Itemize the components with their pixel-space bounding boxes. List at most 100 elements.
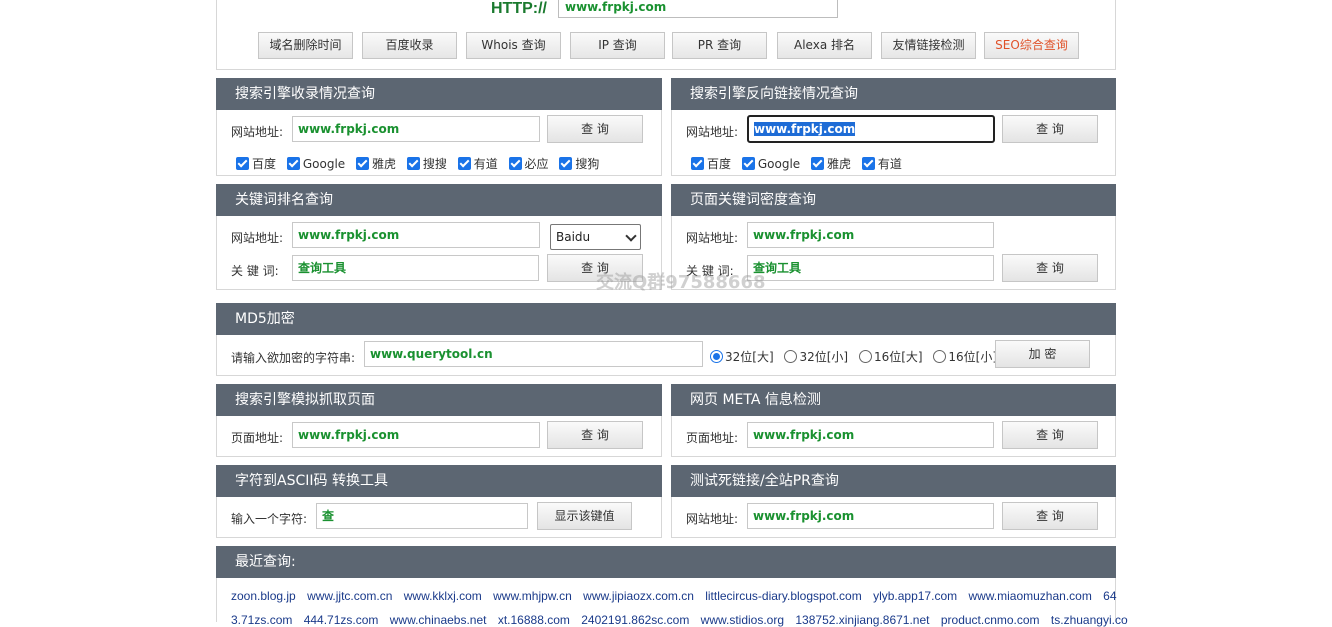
- engine-select[interactable]: Baidu: [550, 224, 641, 250]
- query-button[interactable]: 查 询: [1002, 421, 1098, 449]
- radio-16-lower[interactable]: 16位[小]: [933, 350, 997, 364]
- ascii-panel: 字符到ASCII码 转换工具 输入一个字符: 查 显示该键值: [216, 465, 662, 538]
- ip-query-button[interactable]: IP 查询: [570, 32, 665, 59]
- checkbox-baidu[interactable]: 百度: [691, 157, 731, 171]
- recent-link[interactable]: www.jjtc.com.cn: [307, 589, 392, 603]
- site-input[interactable]: www.frpkj.com: [292, 116, 540, 142]
- recent-link[interactable]: www.stidios.org: [701, 613, 784, 627]
- site-label: 网站地址:: [231, 125, 284, 139]
- keyword-input[interactable]: 查询工具: [747, 255, 994, 281]
- url-input[interactable]: www.frpkj.com: [558, 0, 838, 18]
- site-label: 网站地址:: [686, 231, 739, 245]
- recent-links-row: 3.71zs.com 444.71zs.com www.chinaebs.net…: [231, 613, 1136, 627]
- query-button[interactable]: 查 询: [1002, 502, 1098, 530]
- panel-title: 最近查询:: [216, 546, 1116, 578]
- checkbox-youdao[interactable]: 有道: [861, 157, 902, 171]
- recent-link[interactable]: product.cnmo.com: [941, 613, 1040, 627]
- md5-options: 32位[大] 32位[小] 16位[大] 16位[小]: [710, 348, 1004, 365]
- pr-query-button[interactable]: PR 查询: [672, 32, 767, 59]
- char-label: 输入一个字符:: [231, 512, 308, 526]
- site-input[interactable]: www.frpkj.com: [747, 222, 994, 248]
- http-label: HTTP://: [491, 0, 547, 17]
- site-input[interactable]: www.frpkj.com: [292, 222, 540, 248]
- panel-title: 搜索引擎模拟抓取页面: [216, 384, 662, 416]
- checkbox-icon: [457, 157, 471, 170]
- site-input[interactable]: www.frpkj.com: [747, 115, 995, 143]
- friend-link-check-button[interactable]: 友情链接检测: [881, 32, 976, 59]
- query-button[interactable]: 查 询: [1002, 115, 1098, 143]
- recent-link[interactable]: littlecircus-diary.blogspot.com: [705, 589, 862, 603]
- recent-link[interactable]: www.jipiaozx.com.cn: [583, 589, 694, 603]
- recent-link[interactable]: www.chinaebs.net: [390, 613, 487, 627]
- checkbox-bing[interactable]: 必应: [508, 157, 549, 171]
- checkbox-google[interactable]: Google: [741, 157, 800, 171]
- recent-panel: 最近查询: zoon.blog.jp www.jjtc.com.cn www.k…: [216, 546, 1128, 627]
- radio-icon: [933, 350, 947, 363]
- recent-link[interactable]: 138752.xinjiang.8671.net: [795, 613, 929, 627]
- panel-title: 关键词排名查询: [216, 184, 662, 216]
- radio-16-upper[interactable]: 16位[大]: [858, 350, 923, 364]
- radio-32-upper[interactable]: 32位[大]: [710, 350, 774, 364]
- site-label: 网站地址:: [231, 231, 284, 245]
- watermark-text: 交流Q群97588668: [596, 272, 766, 293]
- checkbox-icon: [508, 157, 522, 170]
- alexa-rank-button[interactable]: Alexa 排名: [777, 32, 872, 59]
- engine-checkboxes: 百度 Google 雅虎 有道: [691, 155, 909, 172]
- query-button[interactable]: 查 询: [547, 421, 643, 449]
- radio-32-lower[interactable]: 32位[小]: [784, 350, 848, 364]
- query-button[interactable]: 查 询: [547, 115, 643, 143]
- index-query-panel: 搜索引擎收录情况查询 网站地址: www.frpkj.com 查 询 百度 Go…: [216, 78, 662, 176]
- recent-link[interactable]: 3.71zs.com: [231, 613, 292, 627]
- checkbox-yahoo[interactable]: 雅虎: [811, 157, 851, 171]
- chevron-down-icon: [625, 230, 637, 242]
- seo-query-button[interactable]: SEO综合查询: [984, 32, 1079, 59]
- checkbox-icon: [236, 157, 249, 170]
- recent-link[interactable]: www.kklxj.com: [404, 589, 482, 603]
- checkbox-icon: [691, 157, 704, 170]
- recent-link[interactable]: www.miaomuzhan.com: [968, 589, 1091, 603]
- meta-panel: 网页 META 信息检测 页面地址: www.frpkj.com 查 询: [671, 384, 1116, 457]
- page-input[interactable]: www.frpkj.com: [292, 422, 540, 448]
- md5-panel: MD5加密 请输入欲加密的字符串: www.querytool.cn 32位[大…: [216, 303, 1116, 376]
- recent-link[interactable]: 64: [1103, 589, 1116, 603]
- panel-title: 页面关键词密度查询: [671, 184, 1116, 216]
- site-label: 网站地址:: [686, 512, 739, 526]
- page-label: 页面地址:: [231, 431, 284, 445]
- recent-link[interactable]: 2402191.862sc.com: [581, 613, 689, 627]
- checkbox-baidu[interactable]: 百度: [236, 157, 276, 171]
- page-input[interactable]: www.frpkj.com: [747, 422, 994, 448]
- encrypt-button[interactable]: 加 密: [995, 340, 1090, 368]
- md5-input[interactable]: www.querytool.cn: [364, 341, 703, 367]
- char-input[interactable]: 查: [316, 503, 528, 529]
- panel-title: 搜索引擎收录情况查询: [216, 78, 662, 110]
- whois-button[interactable]: Whois 查询: [466, 32, 561, 59]
- checkbox-icon: [811, 157, 824, 170]
- recent-link[interactable]: zoon.blog.jp: [231, 589, 296, 603]
- site-input[interactable]: www.frpkj.com: [747, 503, 994, 529]
- keyword-label: 关 键 词:: [231, 264, 279, 278]
- top-query-box: HTTP:// www.frpkj.com 域名删除时间 百度收录 Whois …: [216, 0, 1116, 70]
- checkbox-google[interactable]: Google: [286, 157, 345, 171]
- query-button[interactable]: 查 询: [1002, 254, 1098, 282]
- keyword-input[interactable]: 查询工具: [292, 255, 539, 281]
- checkbox-icon: [406, 157, 420, 170]
- panel-title: 字符到ASCII码 转换工具: [216, 465, 662, 497]
- backlink-query-panel: 搜索引擎反向链接情况查询 网站地址: www.frpkj.com 查 询 百度 …: [671, 78, 1116, 176]
- md5-label: 请输入欲加密的字符串:: [231, 351, 356, 365]
- checkbox-youdao[interactable]: 有道: [457, 157, 498, 171]
- baidu-index-button[interactable]: 百度收录: [362, 32, 457, 59]
- show-keycode-button[interactable]: 显示该键值: [537, 502, 632, 530]
- panel-title: 测试死链接/全站PR查询: [671, 465, 1116, 497]
- site-label: 网站地址:: [686, 125, 739, 139]
- recent-link[interactable]: 444.71zs.com: [304, 613, 379, 627]
- recent-link[interactable]: xt.16888.com: [498, 613, 570, 627]
- checkbox-icon: [741, 157, 755, 170]
- checkbox-soso[interactable]: 搜搜: [406, 157, 447, 171]
- checkbox-yahoo[interactable]: 雅虎: [356, 157, 396, 171]
- checkbox-icon: [559, 157, 573, 170]
- checkbox-sogou[interactable]: 搜狗: [559, 157, 599, 171]
- recent-link[interactable]: ts.zhuangyi.co: [1051, 613, 1128, 627]
- recent-link[interactable]: ylyb.app17.com: [873, 589, 957, 603]
- domain-delete-time-button[interactable]: 域名删除时间: [258, 32, 353, 59]
- recent-link[interactable]: www.mhjpw.cn: [493, 589, 572, 603]
